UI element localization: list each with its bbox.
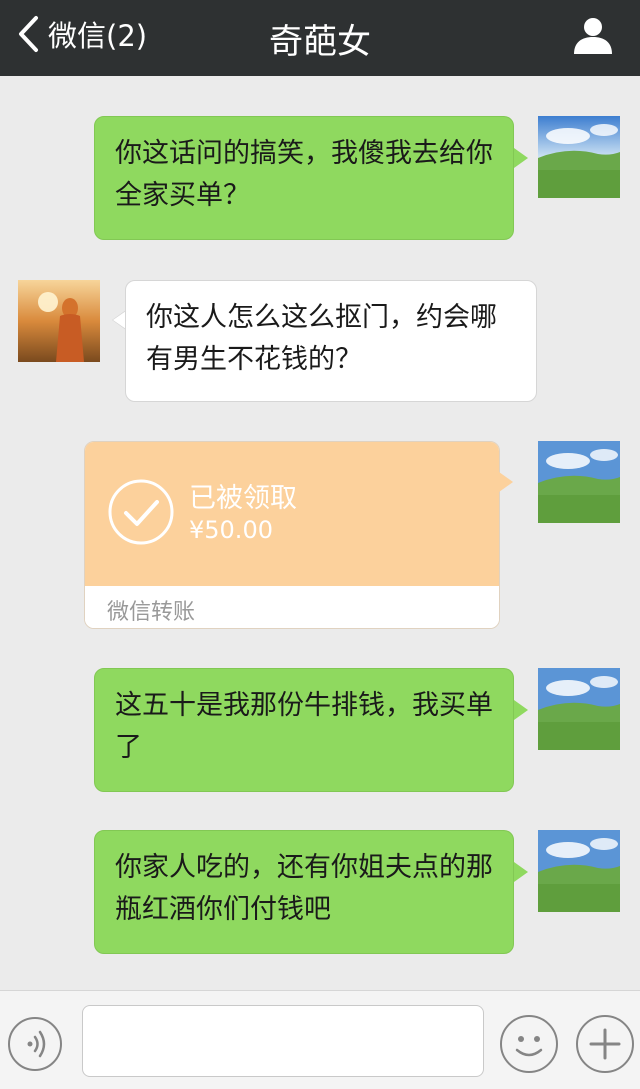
message-input[interactable]: [82, 1005, 484, 1077]
check-circle-icon: [108, 479, 174, 545]
voice-icon: [27, 1030, 46, 1058]
bubble-tail: [514, 700, 528, 720]
message-text: 你家人吃的，还有你姐夫点的那瓶红酒你们付钱吧: [115, 852, 493, 925]
emoji-button[interactable]: [500, 1015, 558, 1073]
plus-icon: [589, 1028, 621, 1060]
more-button[interactable]: [576, 1015, 634, 1073]
transfer-footer: 微信转账: [85, 586, 499, 628]
avatar-self[interactable]: [538, 441, 620, 523]
transfer-amount: ¥50.00: [189, 516, 273, 544]
transfer-status: 已被领取: [189, 483, 297, 514]
smiley-icon: [515, 1036, 543, 1057]
person-icon[interactable]: [572, 14, 614, 56]
bubble-tail: [514, 862, 528, 882]
avatar-self[interactable]: [538, 668, 620, 750]
chat-title: 奇葩女: [269, 22, 371, 62]
message-bubble-sent[interactable]: 你这话问的搞笑，我傻我去给你全家买单？: [94, 116, 514, 240]
message-text: 这五十是我那份牛排钱，我买单了: [115, 690, 493, 763]
voice-button[interactable]: [8, 1017, 62, 1071]
bubble-tail: [499, 472, 513, 492]
message-text: 你这话问的搞笑，我傻我去给你全家买单？: [115, 138, 493, 211]
message-text: 你这人怎么这么抠门，约会哪有男生不花钱的？: [146, 302, 497, 375]
message-bubble-sent[interactable]: 你家人吃的，还有你姐夫点的那瓶红酒你们付钱吧: [94, 830, 514, 954]
input-bar: [0, 990, 640, 1089]
avatar-contact[interactable]: [18, 280, 100, 362]
transfer-header: 已被领取 ¥50.00: [85, 442, 499, 586]
transfer-card[interactable]: 已被领取 ¥50.00 微信转账: [84, 441, 500, 629]
avatar-self[interactable]: [538, 830, 620, 912]
avatar-self[interactable]: [538, 116, 620, 198]
chat-header: 微信(2) 奇葩女: [0, 0, 640, 76]
message-bubble-sent[interactable]: 这五十是我那份牛排钱，我买单了: [94, 668, 514, 792]
transfer-label: 微信转账: [107, 600, 196, 625]
bubble-tail: [514, 148, 528, 168]
message-bubble-received[interactable]: 你这人怎么这么抠门，约会哪有男生不花钱的？: [125, 280, 537, 402]
